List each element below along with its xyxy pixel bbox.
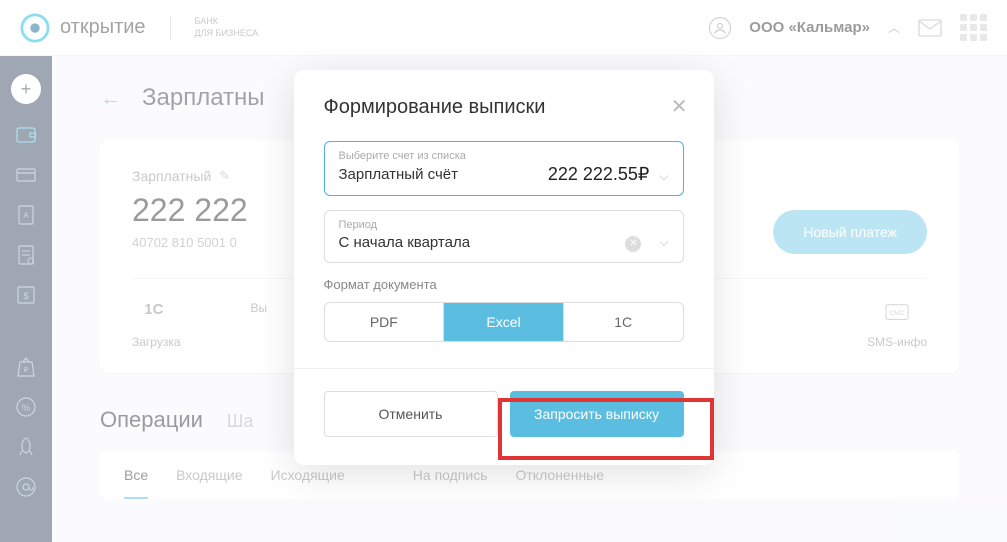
clear-icon[interactable]: ✕ <box>625 236 641 252</box>
account-select-field[interactable]: Выберите счет из списка Зарплатный счёт … <box>324 141 684 196</box>
account-value: Зарплатный счёт <box>339 166 458 183</box>
period-value: С начала квартала <box>339 234 471 251</box>
close-icon[interactable]: ✕ <box>671 94 688 119</box>
divider <box>294 368 714 369</box>
modal-title: Формирование выписки <box>324 96 684 119</box>
format-segments: PDF Excel 1C <box>324 302 684 342</box>
statement-modal: Формирование выписки ✕ Выберите счет из … <box>294 70 714 465</box>
modal-overlay: Формирование выписки ✕ Выберите счет из … <box>0 0 1007 542</box>
account-amount: 222 222.55₽ <box>548 164 650 184</box>
cancel-button[interactable]: Отменить <box>324 391 498 437</box>
chevron-down-icon: ⌵ <box>659 169 668 183</box>
field-label: Период <box>339 219 669 231</box>
period-field[interactable]: Период С начала квартала ✕ ⌵ <box>324 210 684 263</box>
field-label: Выберите счет из списка <box>339 150 669 162</box>
submit-button[interactable]: Запросить выписку <box>510 391 684 437</box>
format-excel[interactable]: Excel <box>444 303 564 341</box>
format-1c[interactable]: 1C <box>564 303 683 341</box>
chevron-down-icon: ⌵ <box>659 235 668 249</box>
format-pdf[interactable]: PDF <box>325 303 445 341</box>
format-label: Формат документа <box>324 277 684 292</box>
